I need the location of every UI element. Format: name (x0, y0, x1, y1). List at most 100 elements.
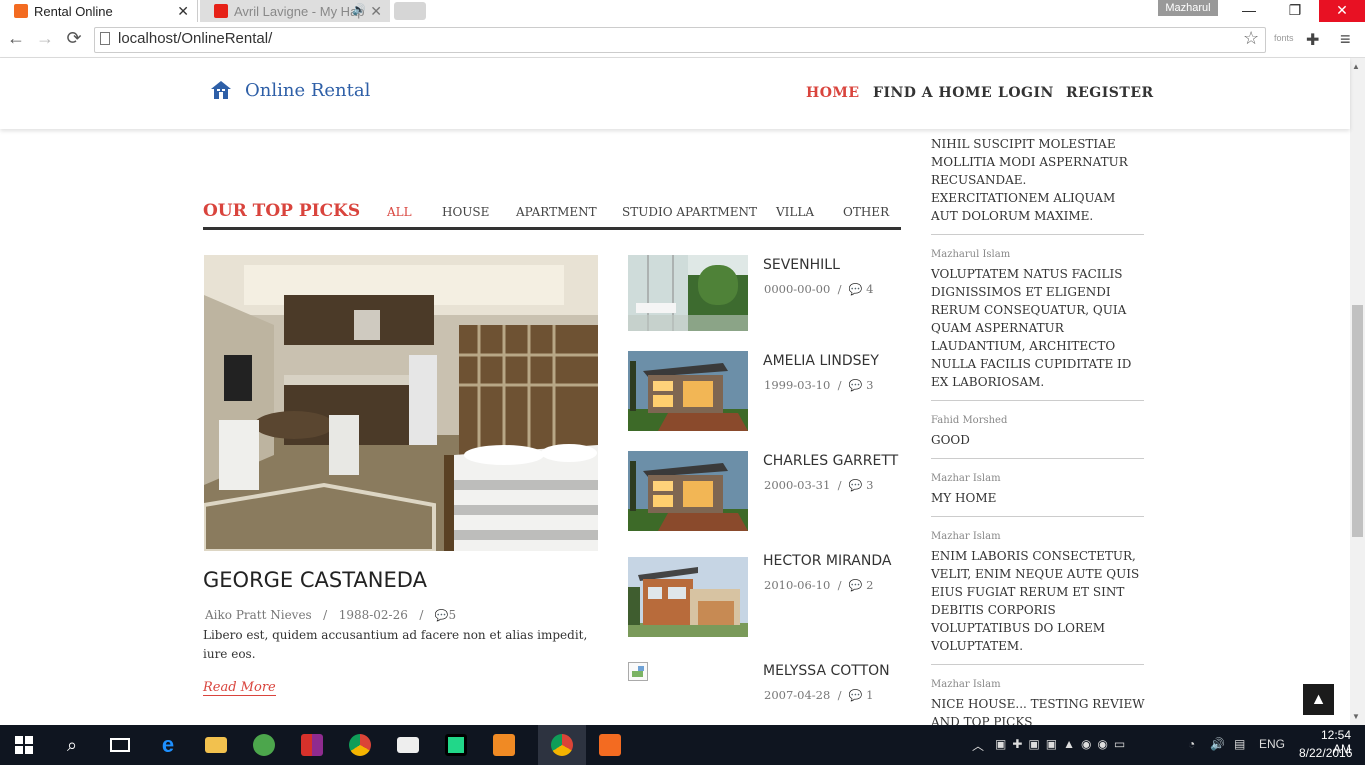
site-name[interactable]: Online Rental (245, 80, 370, 101)
review-text: MY HOME (931, 491, 997, 505)
url-text[interactable]: localhost/OnlineRental/ (118, 30, 272, 47)
restore-button[interactable]: ❐ (1272, 0, 1318, 22)
scrollbar-thumb[interactable] (1352, 305, 1363, 537)
filter-apartment[interactable]: APARTMENT (516, 205, 597, 219)
clock-date[interactable]: 8/22/2016 (1299, 746, 1352, 760)
listing-thumbnail[interactable] (628, 451, 748, 531)
tab-youtube[interactable]: Avril Lavigne - My Hap 🔊 ✕ (200, 0, 390, 22)
bookmark-star-icon[interactable]: ☆ (1243, 28, 1259, 49)
listing-comment-count: 3 (866, 378, 874, 392)
filter-house[interactable]: HOUSE (442, 205, 489, 219)
listing-meta: 2007-04-28 / 💬 1 (764, 688, 874, 702)
review-text: NICE HOUSE... TESTING REVIEW AND TOP PIC… (931, 697, 1145, 725)
profile-badge[interactable]: Mazharul (1158, 0, 1218, 16)
extensions-icon[interactable]: ✚ (1306, 30, 1319, 50)
tab-close-icon[interactable]: ✕ (370, 3, 382, 20)
back-icon[interactable]: ← (4, 28, 28, 49)
listing-title[interactable]: MELYSSA COTTON (763, 663, 890, 679)
scroll-down-icon[interactable]: ▼ (1352, 712, 1360, 721)
review-text: GOOD (931, 433, 970, 447)
house-logo-icon[interactable] (210, 80, 232, 100)
pdf-app-icon[interactable] (480, 725, 528, 765)
listing-title[interactable]: HECTOR MIRANDA (763, 553, 891, 569)
featured-property-image[interactable] (204, 255, 598, 551)
tab-title: Rental Online (34, 3, 113, 19)
scroll-up-icon[interactable]: ▲ (1352, 62, 1360, 71)
comments-icon: 💬 (848, 379, 863, 392)
meta-separator: / (411, 608, 432, 622)
listing-thumbnail[interactable] (628, 351, 748, 431)
volume-icon[interactable]: 🔊 (1210, 737, 1225, 751)
review-text: NIHIL SUSCIPIT MOLESTIAE MOLLITIA MODI A… (931, 137, 1128, 223)
featured-date: 1988-02-26 (338, 608, 408, 622)
listing-thumbnail[interactable] (628, 557, 748, 637)
tab-title: Avril Lavigne - My Hap (234, 3, 365, 19)
review-author: Fahid Morshed (931, 415, 1008, 426)
reload-icon[interactable]: ⟳ (62, 28, 86, 49)
camera-icon[interactable] (384, 725, 432, 765)
broken-image-icon[interactable] (628, 662, 648, 681)
listing-comment-count: 2 (866, 578, 874, 592)
xampp-icon[interactable] (586, 725, 634, 765)
nav-home[interactable]: HOME (806, 85, 860, 101)
wifi-icon[interactable]: ◔ (1188, 737, 1195, 751)
edge-icon[interactable]: e (144, 725, 192, 765)
start-button[interactable] (0, 725, 48, 765)
input-language[interactable]: ENG (1259, 737, 1285, 751)
comments-icon: 💬 (848, 283, 863, 296)
show-hidden-icons-icon[interactable]: ︿ (972, 737, 984, 754)
tray-app-icons[interactable]: ▣✚▣▣▲◉◉▭ (995, 737, 1131, 751)
task-view-icon[interactable] (96, 725, 144, 765)
review-divider (931, 664, 1144, 665)
chrome-active-icon[interactable] (538, 725, 586, 765)
speaker-icon[interactable]: 🔊 (352, 3, 366, 16)
read-more-link[interactable]: Read More (203, 680, 276, 696)
fonts-extension-icon[interactable]: fonts (1274, 33, 1294, 43)
review-divider (931, 516, 1144, 517)
nav-login[interactable]: LOGIN (998, 85, 1054, 101)
youtube-favicon-icon (214, 4, 228, 18)
file-explorer-icon[interactable] (192, 725, 240, 765)
tab-close-icon[interactable]: ✕ (177, 3, 189, 20)
featured-meta: Aiko Pratt Nieves / 1988-02-26 / 💬5 (205, 608, 456, 622)
forward-icon[interactable]: → (33, 28, 57, 49)
new-tab-button[interactable] (394, 2, 426, 20)
back-to-top-button[interactable]: ▲ (1303, 684, 1334, 715)
listing-comment-count: 4 (866, 282, 874, 296)
listing-meta: 2010-06-10 / 💬 2 (764, 578, 874, 592)
chrome-icon[interactable] (336, 725, 384, 765)
tab-rental-online[interactable]: Rental Online ✕ (0, 0, 198, 22)
listing-date: 2007-04-28 (764, 688, 831, 702)
review-author: Mazhar Islam (931, 679, 1001, 690)
listing-title[interactable]: AMELIA LINDSEY (763, 353, 879, 369)
filter-villa[interactable]: VILLA (776, 205, 814, 219)
utorrent-icon[interactable] (240, 725, 288, 765)
search-icon[interactable]: ⌕ (48, 725, 96, 765)
featured-author[interactable]: Aiko Pratt Nieves (205, 608, 312, 622)
filter-other[interactable]: OTHER (843, 205, 889, 219)
listing-date: 0000-00-00 (764, 282, 831, 296)
close-window-button[interactable]: ✕ (1319, 0, 1365, 22)
review-text: VOLUPTATEM NATUS FACILIS DIGNISSIMOS ET … (931, 267, 1132, 389)
review-divider (931, 234, 1144, 235)
nav-find-a-home[interactable]: FIND A HOME (873, 85, 992, 101)
section-divider (203, 227, 901, 230)
listing-thumbnail[interactable] (628, 255, 748, 331)
comments-icon: 💬 (848, 579, 863, 592)
pycharm-icon[interactable] (432, 725, 480, 765)
office-icon[interactable] (288, 725, 336, 765)
notifications-icon[interactable]: ▤ (1234, 737, 1245, 751)
nav-register[interactable]: REGISTER (1066, 85, 1154, 101)
listing-title[interactable]: SEVENHILL (763, 257, 840, 273)
minimize-button[interactable]: — (1226, 0, 1272, 22)
filter-studio-apartment[interactable]: STUDIO APARTMENT (622, 205, 757, 219)
review-text: ENIM LABORIS CONSECTETUR, VELIT, ENIM NE… (931, 549, 1140, 653)
page-icon (100, 32, 110, 45)
menu-icon[interactable]: ≡ (1340, 29, 1351, 50)
listing-date: 1999-03-10 (764, 378, 831, 392)
featured-title[interactable]: GEORGE CASTANEDA (203, 568, 427, 592)
windows-logo-icon (15, 736, 33, 754)
listing-title[interactable]: CHARLES GARRETT (763, 453, 898, 469)
filter-all[interactable]: ALL (387, 205, 412, 219)
review-divider (931, 400, 1144, 401)
